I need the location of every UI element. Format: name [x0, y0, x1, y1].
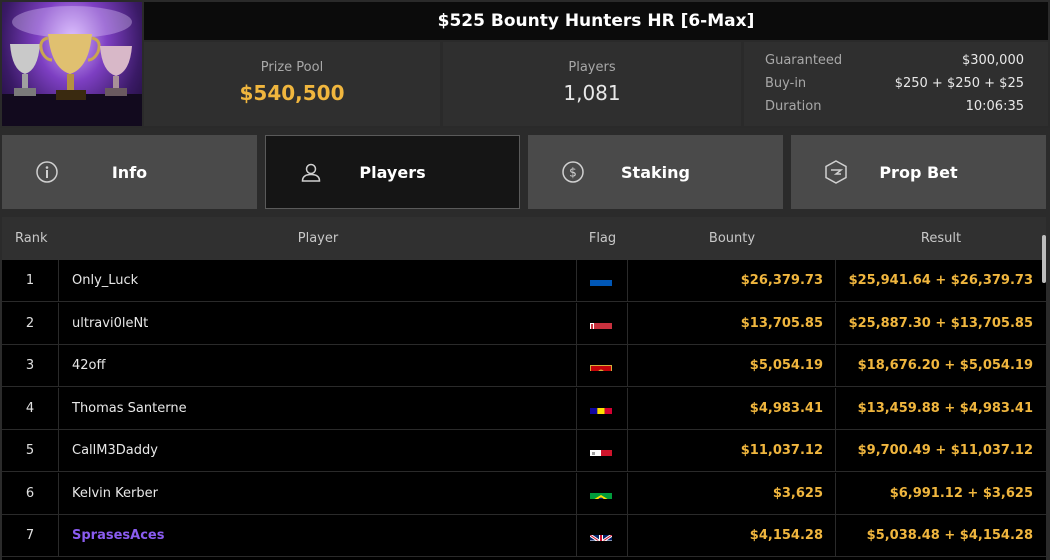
united-kingdom-flag-icon: [590, 526, 612, 541]
rank-cell: 5: [2, 430, 59, 472]
table-row[interactable]: 3 42off $5,054.19 $18,676.20 + $5,054.19: [2, 345, 1046, 387]
flag-cell: [577, 515, 628, 557]
tab-players[interactable]: Players: [265, 135, 520, 209]
bounty-cell: $5,054.19: [628, 345, 836, 387]
rank-cell: 6: [2, 472, 59, 515]
flag-cell: [577, 345, 628, 387]
player-name[interactable]: Only_Luck: [59, 260, 577, 302]
table-row[interactable]: 4 Thomas Santerne $4,983.41 $13,459.88 + $4…: [2, 387, 1046, 430]
rank-cell: 2: [2, 302, 59, 345]
table-row[interactable]: 2 ultravi0leNt $13,705.85 $25,887.30 + $13,…: [2, 302, 1046, 345]
brazil-flag-icon: [590, 484, 612, 499]
result-cell: $18,676.20 + $5,054.19: [857, 358, 1033, 373]
tournament-details: Guaranteed $300,000 Buy-in $250 + $250 +…: [744, 42, 1048, 126]
prize-pool-stat: Prize Pool $540,500: [144, 42, 440, 126]
players-value: 1,081: [563, 81, 621, 105]
bounty-cell: $26,379.73: [628, 260, 836, 302]
bounty-cell: $3,625: [628, 472, 836, 515]
prize-pool-label: Prize Pool: [260, 60, 324, 75]
tournament-title: $525 Bounty Hunters HR [6-Max]: [144, 2, 1048, 40]
result-cell: $9,700.49 + $11,037.12: [857, 443, 1033, 458]
bounty-cell: $11,037.12: [628, 430, 836, 472]
tab-prop-bet[interactable]: Prop Bet: [791, 135, 1046, 209]
flag-cell: [577, 430, 628, 472]
tab-info[interactable]: Info: [2, 135, 257, 209]
result-cell: $25,887.30 + $13,705.85: [848, 315, 1033, 331]
rank-cell: 1: [2, 260, 59, 302]
bounty-cell: $4,983.41: [628, 387, 836, 430]
montenegro-flag-icon: [590, 356, 612, 371]
bolt-hexagon-icon: [823, 159, 849, 185]
malta-flag-icon: [590, 441, 612, 456]
detail-value: $250 + $250 + $25: [894, 76, 1024, 91]
player-name[interactable]: Kelvin Kerber: [59, 472, 577, 515]
tab-staking[interactable]: $ Staking: [528, 135, 783, 209]
andorra-flag-icon: [590, 399, 612, 414]
table-header: Rank Player Flag Bounty Result: [2, 217, 1046, 260]
scrollbar[interactable]: [1042, 235, 1046, 283]
col-bounty[interactable]: Bounty: [628, 217, 836, 260]
col-player[interactable]: Player: [59, 217, 577, 260]
player-name[interactable]: 42off: [59, 345, 577, 387]
col-result[interactable]: Result: [836, 217, 1046, 260]
players-stat: Players 1,081: [443, 42, 741, 126]
table-row[interactable]: 1 Only_Luck $26,379.73 $25,941.64 + $26,379…: [2, 260, 1046, 302]
rank-cell: 7: [2, 515, 59, 557]
flag-cell: [577, 260, 628, 302]
players-table: Rank Player Flag Bounty Result 1 Only_Luc…: [2, 217, 1046, 560]
detail-key: Buy-in: [765, 76, 807, 91]
table-row[interactable]: 7 SprasesAces $4,154.28 $5,038.48 + $4,154.…: [2, 515, 1046, 557]
result-cell: $25,941.64 + $26,379.73: [848, 273, 1033, 288]
detail-buy-in: Buy-in $250 + $250 + $25: [765, 74, 1024, 97]
tournament-header: $525 Bounty Hunters HR [6-Max] Prize Poo…: [0, 0, 1050, 128]
result-cell: $6,991.12 + $3,625: [889, 485, 1033, 501]
player-name[interactable]: Thomas Santerne: [59, 387, 577, 430]
player-name[interactable]: CallM3Daddy: [59, 430, 577, 472]
rank-cell: 4: [2, 387, 59, 430]
rank-cell: 3: [2, 345, 59, 387]
trophy-image: [2, 2, 142, 126]
belarus-flag-icon: [590, 314, 612, 329]
detail-key: Guaranteed: [765, 53, 843, 68]
result-cell: $13,459.88 + $4,983.41: [857, 400, 1033, 416]
player-name[interactable]: ultravi0leNt: [59, 302, 577, 345]
detail-guaranteed: Guaranteed $300,000: [765, 51, 1024, 74]
detail-duration: Duration 10:06:35: [765, 97, 1024, 120]
flag-cell: [577, 387, 628, 430]
svg-text:$: $: [569, 166, 577, 180]
player-name[interactable]: SprasesAces: [59, 515, 577, 557]
user-icon: [298, 160, 324, 186]
bounty-cell: $4,154.28: [628, 515, 836, 557]
flag-cell: [577, 302, 628, 345]
result-cell: $5,038.48 + $4,154.28: [866, 528, 1033, 543]
bounty-cell: $13,705.85: [628, 302, 836, 345]
table-row[interactable]: 6 Kelvin Kerber $3,625 $6,991.12 + $3,625: [2, 472, 1046, 515]
info-icon: [34, 159, 60, 185]
dollar-coin-icon: $: [560, 159, 586, 185]
ukraine-flag-icon: [590, 271, 612, 286]
detail-value: 10:06:35: [965, 99, 1024, 114]
col-rank[interactable]: Rank: [15, 217, 47, 260]
table-row[interactable]: 5 CallM3Daddy $11,037.12 $9,700.49 + $11,03…: [2, 430, 1046, 472]
prize-pool-value: $540,500: [239, 81, 345, 105]
flag-cell: [577, 472, 628, 515]
detail-value: $300,000: [961, 53, 1024, 68]
detail-key: Duration: [765, 99, 822, 114]
col-flag[interactable]: Flag: [577, 217, 628, 260]
players-label: Players: [568, 60, 616, 75]
